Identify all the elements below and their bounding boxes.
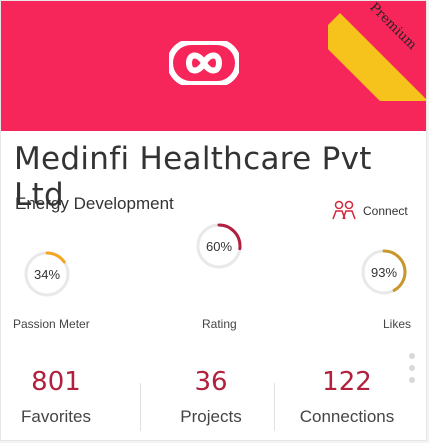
connect-label: Connect xyxy=(363,204,408,218)
rating-label: Rating xyxy=(202,317,237,331)
premium-label: Premium xyxy=(366,1,420,53)
scroll-dot xyxy=(409,365,415,371)
scroll-dot xyxy=(409,353,415,359)
passion-meter-label: Passion Meter xyxy=(13,317,90,331)
favorites-label: Favorites xyxy=(21,407,91,426)
infinity-logo-icon xyxy=(169,41,239,85)
likes-label: Likes xyxy=(383,317,412,331)
stat-projects[interactable]: 36 Projects xyxy=(161,367,261,427)
likes-gauge: 93% xyxy=(359,247,409,297)
passion-meter-gauge: 34% xyxy=(22,249,72,299)
scroll-dot xyxy=(409,377,415,383)
rating-gauge: 60% xyxy=(194,221,244,271)
passion-meter-value: 34% xyxy=(33,266,61,282)
connections-label: Connections xyxy=(299,407,395,426)
scroll-indicator[interactable] xyxy=(409,353,417,383)
favorites-count: 801 xyxy=(31,367,81,397)
premium-ribbon: Premium xyxy=(328,1,426,101)
connect-button[interactable]: Connect xyxy=(331,199,408,223)
department-name: Energy Development xyxy=(15,194,174,213)
stat-favorites[interactable]: 801 Favorites xyxy=(11,367,101,427)
stat-divider xyxy=(274,383,275,431)
likes-value: 93% xyxy=(370,264,398,280)
connections-count: 122 xyxy=(322,367,372,397)
connect-people-icon xyxy=(332,200,356,220)
profile-card: Premium Medinfi Healthcare Pvt Ltd Energ… xyxy=(0,0,427,441)
rating-value: 60% xyxy=(205,238,233,254)
stat-divider xyxy=(140,383,141,431)
stat-connections[interactable]: 122 Connections xyxy=(291,367,403,427)
projects-count: 36 xyxy=(194,367,228,397)
card-header: Premium xyxy=(1,1,426,131)
projects-label: Projects xyxy=(180,407,242,426)
